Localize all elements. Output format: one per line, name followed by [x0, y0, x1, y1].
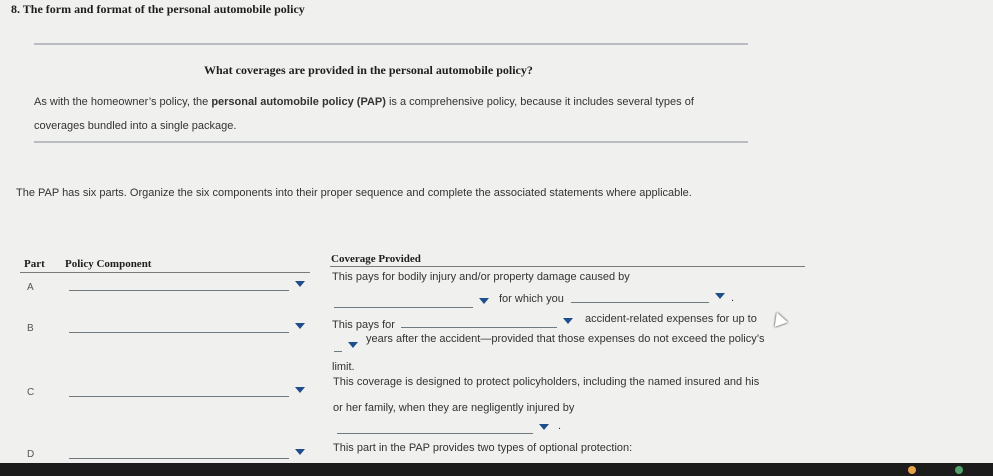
coverage-c-line2: or her family, when they are negligently… — [333, 402, 575, 414]
coverage-a-line1: This pays for bodily injury and/or prope… — [332, 271, 630, 283]
dropdown-field — [69, 384, 289, 397]
intro-paragraph: As with the homeowner’s policy, the pers… — [34, 96, 754, 108]
chevron-down-icon — [479, 298, 489, 304]
coverage-b-dropdown-2[interactable] — [334, 337, 358, 353]
coverage-a-line2: for which you — [499, 293, 564, 305]
dropdown-field — [334, 339, 342, 352]
coverage-b-line3: limit. — [332, 361, 355, 373]
intro-text-post: is a comprehensive policy, because it in… — [385, 96, 694, 108]
chevron-down-icon — [295, 323, 305, 329]
chevron-down-icon — [348, 342, 358, 348]
component-dropdown-d[interactable] — [69, 444, 305, 460]
chevron-down-icon — [295, 449, 305, 455]
part-label-c: C — [27, 387, 35, 398]
coverage-b-dropdown-1[interactable] — [401, 313, 573, 329]
col-header-coverage: Coverage Provided — [331, 253, 421, 265]
coverage-c-dropdown[interactable] — [337, 419, 549, 435]
coverage-a-end: . — [731, 292, 735, 304]
browser-icon[interactable] — [955, 466, 963, 474]
intro-text-pre: As with the homeowner’s policy, the — [34, 96, 212, 108]
component-dropdown-b[interactable] — [69, 318, 305, 334]
chevron-down-icon — [295, 281, 305, 287]
coverage-b-line1-pre: This pays for — [332, 319, 395, 331]
app-icon[interactable] — [908, 466, 916, 474]
intro-line2: coverages bundled into a single package. — [34, 120, 237, 132]
coverage-a-dropdown-1[interactable] — [334, 293, 489, 309]
header-rule-right — [330, 266, 805, 267]
divider-bottom — [34, 141, 748, 143]
section-heading: What coverages are provided in the perso… — [204, 63, 533, 77]
part-label-b: B — [27, 323, 34, 334]
taskbar — [0, 463, 993, 476]
divider-top — [34, 43, 748, 45]
dropdown-field — [337, 421, 533, 434]
col-header-component: Policy Component — [65, 258, 152, 270]
col-header-part: Part — [24, 258, 45, 270]
coverage-d-line1: This part in the PAP provides two types … — [333, 442, 633, 454]
chevron-down-icon — [539, 424, 549, 430]
dropdown-field — [69, 320, 289, 333]
part-label-a: A — [27, 282, 34, 293]
chevron-down-icon — [563, 318, 573, 324]
dropdown-field — [69, 446, 289, 459]
coverage-c-end: . — [558, 420, 562, 432]
dropdown-field — [69, 278, 289, 291]
question-title: 8. The form and format of the personal a… — [11, 2, 305, 16]
dropdown-field — [334, 295, 473, 308]
coverage-b-line2: years after the accident—provided that t… — [366, 333, 765, 345]
instructions-text: The PAP has six parts. Organize the six … — [16, 187, 692, 199]
dropdown-field — [401, 315, 557, 328]
component-dropdown-a[interactable] — [69, 276, 305, 292]
dropdown-field — [571, 290, 709, 303]
header-rule-left — [20, 272, 310, 273]
part-label-d: D — [27, 449, 35, 460]
chevron-down-icon — [715, 293, 725, 299]
mouse-cursor-icon — [770, 309, 788, 328]
coverage-b-line1-post: accident-related expenses for up to — [585, 313, 757, 325]
coverage-a-dropdown-2[interactable] — [571, 288, 725, 304]
coverage-c-line1: This coverage is designed to protect pol… — [333, 376, 760, 388]
component-dropdown-c[interactable] — [69, 382, 305, 398]
intro-text-bold: personal automobile policy (PAP) — [211, 96, 386, 108]
chevron-down-icon — [295, 387, 305, 393]
